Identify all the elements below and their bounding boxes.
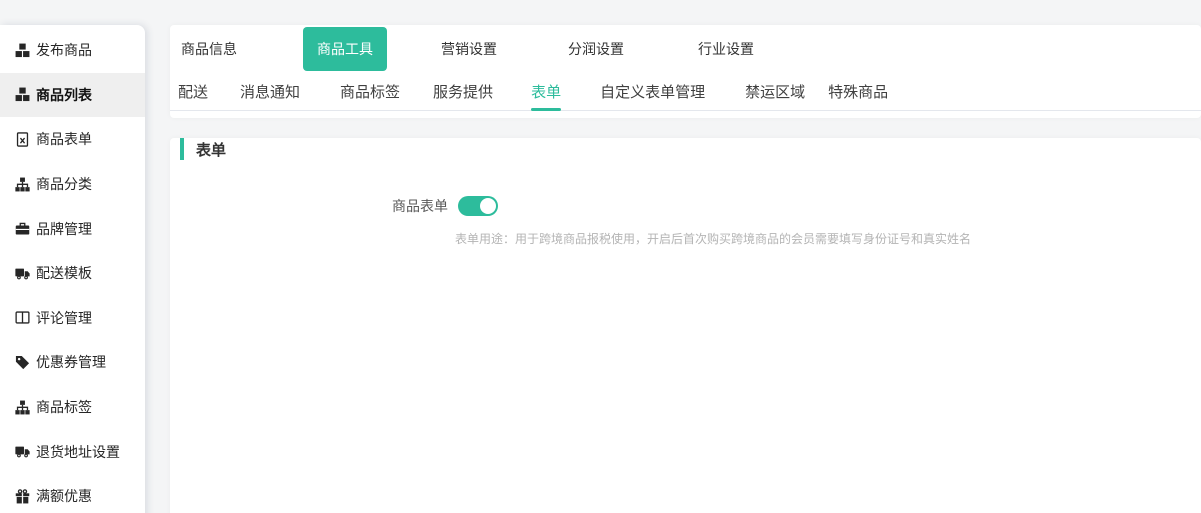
- sidebar-item-publish-product[interactable]: 发布商品: [0, 28, 145, 73]
- section-title-text: 表单: [196, 139, 226, 160]
- sitemap-icon: [15, 400, 30, 415]
- file-x-icon: [15, 132, 30, 147]
- cubes-icon: [15, 87, 30, 102]
- product-form-toggle[interactable]: [458, 196, 498, 216]
- columns-icon: [15, 310, 30, 325]
- tab-product-info[interactable]: 商品信息: [181, 39, 237, 59]
- sidebar-item-label: 品牌管理: [36, 219, 92, 239]
- sidebar-item-label: 发布商品: [36, 40, 92, 60]
- sidebar-item-label: 优惠券管理: [36, 352, 106, 372]
- tab-profit-sharing-settings[interactable]: 分润设置: [568, 39, 624, 59]
- subtab-shipping[interactable]: 配送: [178, 72, 208, 110]
- sidebar-item-label: 满额优惠: [36, 486, 92, 506]
- briefcase-icon: [15, 221, 30, 236]
- truck-icon: [15, 266, 30, 281]
- subtab-special-products[interactable]: 特殊商品: [828, 72, 888, 110]
- sidebar-item-product-form[interactable]: 商品表单: [0, 117, 145, 162]
- sub-tab-bar: 配送 消息通知 商品标签 服务提供 表单 自定义表单管理 禁运区域 特殊商品: [170, 72, 1201, 111]
- product-form-row: 商品表单: [170, 196, 1201, 216]
- sidebar-item-product-tags[interactable]: 商品标签: [0, 385, 145, 430]
- sidebar-item-label: 商品列表: [36, 85, 92, 105]
- section-header: 表单: [180, 138, 1201, 160]
- sidebar-item-full-amount-discount[interactable]: 满额优惠: [0, 474, 145, 513]
- sidebar: 发布商品 商品列表 商品表单 商品分类 品牌管理 配送模板 评论: [0, 25, 145, 513]
- subtab-service-provision[interactable]: 服务提供: [433, 72, 493, 110]
- sidebar-item-label: 商品分类: [36, 174, 92, 194]
- section-accent-bar: [180, 138, 184, 160]
- tab-marketing-settings[interactable]: 营销设置: [441, 39, 497, 59]
- product-form-label: 商品表单: [170, 196, 448, 216]
- cubes-icon: [15, 43, 30, 58]
- sidebar-item-product-category[interactable]: 商品分类: [0, 162, 145, 207]
- main-area: 商品信息 商品工具 营销设置 分润设置 行业设置 配送 消息通知 商品标签 服务…: [170, 25, 1201, 513]
- gift-icon: [15, 489, 30, 504]
- sidebar-item-shipping-template[interactable]: 配送模板: [0, 251, 145, 296]
- form-help-text: 表单用途：用于跨境商品报税使用，开启后首次购买跨境商品的会员需要填写身份证号和真…: [455, 230, 1201, 247]
- sidebar-item-label: 评论管理: [36, 308, 92, 328]
- sidebar-item-product-list[interactable]: 商品列表: [0, 73, 145, 118]
- tab-industry-settings[interactable]: 行业设置: [698, 39, 754, 59]
- sidebar-item-label: 商品标签: [36, 397, 92, 417]
- sidebar-item-brand-management[interactable]: 品牌管理: [0, 206, 145, 251]
- subtab-form[interactable]: 表单: [531, 72, 561, 110]
- subtab-message-notification[interactable]: 消息通知: [240, 72, 300, 110]
- truck-icon: [15, 444, 30, 459]
- tag-icon: [15, 355, 30, 370]
- main-tab-bar: 商品信息 商品工具 营销设置 分润设置 行业设置: [170, 25, 1201, 72]
- content-card: 表单 商品表单 表单用途：用于跨境商品报税使用，开启后首次购买跨境商品的会员需要…: [170, 138, 1201, 513]
- sidebar-item-review-management[interactable]: 评论管理: [0, 296, 145, 341]
- subtab-product-tags[interactable]: 商品标签: [340, 72, 400, 110]
- tab-product-tools[interactable]: 商品工具: [303, 27, 387, 71]
- subtab-custom-form-management[interactable]: 自定义表单管理: [600, 72, 705, 110]
- sidebar-item-label: 配送模板: [36, 263, 92, 283]
- sitemap-icon: [15, 177, 30, 192]
- subtab-embargo-area[interactable]: 禁运区域: [745, 72, 805, 110]
- tabs-card: 商品信息 商品工具 营销设置 分润设置 行业设置 配送 消息通知 商品标签 服务…: [170, 25, 1201, 118]
- sidebar-item-label: 退货地址设置: [36, 442, 120, 462]
- sidebar-item-coupon-management[interactable]: 优惠券管理: [0, 340, 145, 385]
- sidebar-item-return-address-settings[interactable]: 退货地址设置: [0, 429, 145, 474]
- sidebar-item-label: 商品表单: [36, 129, 92, 149]
